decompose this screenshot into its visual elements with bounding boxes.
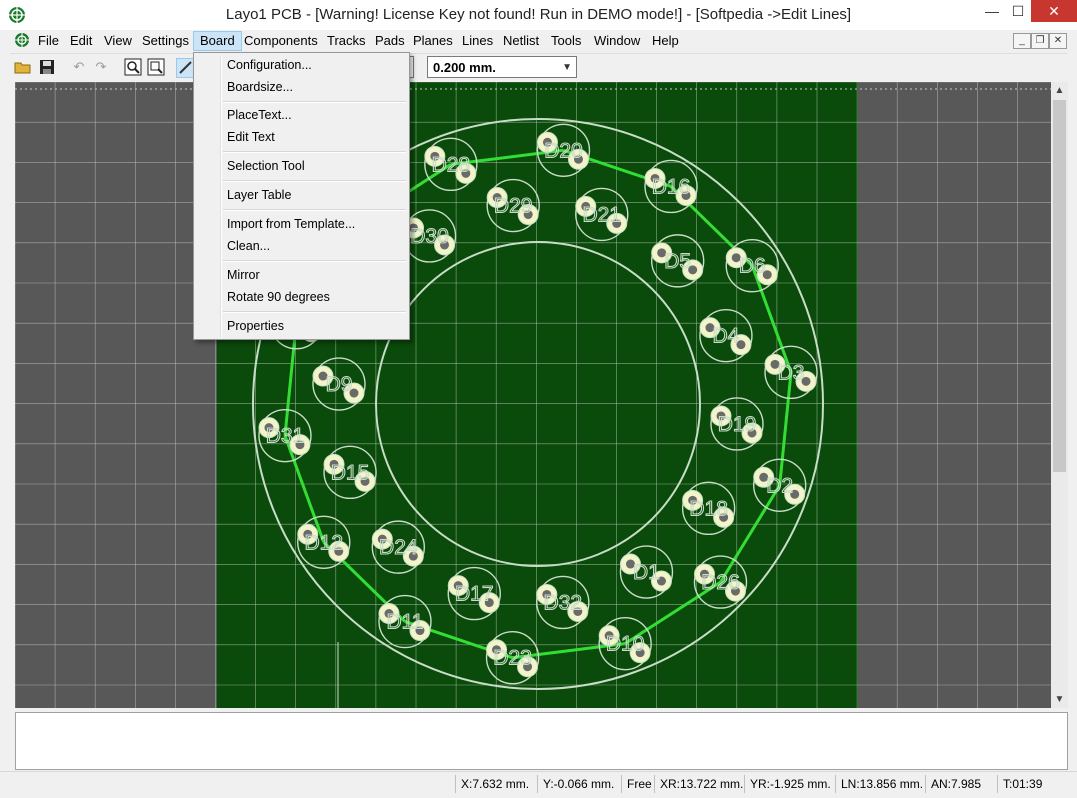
menu-board[interactable]: Board bbox=[193, 31, 242, 51]
menu-item-import-template[interactable]: Import from Template... bbox=[227, 214, 355, 234]
menu-gutter bbox=[220, 55, 222, 337]
menu-window[interactable]: Window bbox=[588, 32, 646, 50]
component-label: D4 bbox=[713, 325, 740, 348]
status-bar: X:7.632 mm. Y:-0.066 mm. Free XR:13.722 … bbox=[0, 771, 1077, 798]
menu-settings[interactable]: Settings bbox=[136, 32, 195, 50]
menu-help[interactable]: Help bbox=[646, 32, 685, 50]
menu-separator bbox=[223, 180, 406, 182]
menu-tracks[interactable]: Tracks bbox=[321, 32, 372, 50]
menu-bar: File Edit View Settings Board Components… bbox=[10, 30, 1067, 52]
menu-file[interactable]: File bbox=[32, 32, 65, 50]
menu-view[interactable]: View bbox=[98, 32, 138, 50]
menu-netlist[interactable]: Netlist bbox=[497, 32, 545, 50]
menu-item-mirror[interactable]: Mirror bbox=[227, 265, 260, 285]
component-label: D15 bbox=[331, 461, 370, 484]
menu-separator bbox=[223, 260, 406, 262]
menu-planes[interactable]: Planes bbox=[407, 32, 459, 50]
component-label: D10 bbox=[606, 633, 645, 656]
component-label: D6 bbox=[739, 255, 766, 278]
menu-item-selection-tool[interactable]: Selection Tool bbox=[227, 156, 305, 176]
menu-separator bbox=[223, 209, 406, 211]
component-label: D28 bbox=[432, 153, 471, 176]
document-icon[interactable] bbox=[14, 32, 30, 48]
scroll-thumb[interactable] bbox=[1053, 100, 1066, 472]
scroll-down-icon[interactable]: ▼ bbox=[1051, 691, 1068, 708]
close-button[interactable]: ✕ bbox=[1031, 0, 1077, 22]
menu-item-edit-text[interactable]: Edit Text bbox=[227, 127, 275, 147]
component-label: D29 bbox=[494, 195, 533, 218]
menu-components[interactable]: Components bbox=[238, 32, 324, 50]
component-label: D21 bbox=[582, 203, 621, 226]
child-close-icon[interactable]: ✕ bbox=[1049, 33, 1067, 49]
status-xr: XR:13.722 mm. bbox=[654, 775, 743, 793]
vertical-scrollbar[interactable]: ▲ ▼ bbox=[1051, 82, 1068, 708]
component-label: D16 bbox=[652, 175, 691, 198]
component-label: D30 bbox=[410, 225, 449, 248]
status-x: X:7.632 mm. bbox=[455, 775, 529, 793]
menu-tools[interactable]: Tools bbox=[545, 32, 587, 50]
component-label: D31 bbox=[266, 425, 305, 448]
menu-lines[interactable]: Lines bbox=[456, 32, 499, 50]
track-width-combo[interactable]: 0.200 mm. ▼ bbox=[427, 56, 577, 78]
menu-edit[interactable]: Edit bbox=[64, 32, 98, 50]
menu-pads[interactable]: Pads bbox=[369, 32, 411, 50]
component-label: D24 bbox=[379, 536, 418, 559]
chevron-down-icon: ▼ bbox=[562, 62, 572, 73]
component-label: D5 bbox=[664, 250, 691, 273]
component-label: D23 bbox=[493, 647, 532, 670]
pcb-canvas[interactable]: D20 D21 D16 D5 D6 D4 D3 D19 D2 D18 D26 D1 D10 D32 D23 D… bbox=[15, 82, 1051, 708]
redo-icon[interactable]: ↷ bbox=[92, 58, 110, 76]
component-label: D18 bbox=[689, 497, 728, 520]
status-time: T:01:39 bbox=[997, 775, 1042, 793]
component-label: D26 bbox=[701, 571, 740, 594]
menu-item-configuration[interactable]: Configuration... bbox=[227, 55, 312, 75]
component-label: D11 bbox=[386, 611, 423, 634]
child-minimize-icon[interactable]: _ bbox=[1013, 33, 1031, 49]
component-label: D17 bbox=[455, 583, 494, 606]
component-label: D12 bbox=[304, 531, 343, 554]
child-restore-icon[interactable]: ❐ bbox=[1031, 33, 1049, 49]
component-label: D32 bbox=[544, 591, 583, 614]
save-icon[interactable] bbox=[38, 58, 56, 76]
zoom-icon[interactable] bbox=[124, 58, 142, 76]
title-bar: Layo1 PCB - [Warning! License Key not fo… bbox=[0, 0, 1077, 30]
message-panel bbox=[15, 712, 1068, 770]
track-width-value: 0.200 mm. bbox=[433, 60, 496, 75]
minimize-button[interactable]: — bbox=[979, 0, 1005, 22]
window-title: Layo1 PCB - [Warning! License Key not fo… bbox=[225, 6, 852, 23]
status-an: AN:7.985 bbox=[925, 775, 981, 793]
maximize-button[interactable]: ☐ bbox=[1005, 0, 1031, 22]
menu-separator bbox=[223, 151, 406, 153]
menu-item-layer-table[interactable]: Layer Table bbox=[227, 185, 291, 205]
menu-separator bbox=[223, 101, 406, 103]
menu-item-properties[interactable]: Properties bbox=[227, 316, 284, 336]
pcb-drawing[interactable]: D20 D21 D16 D5 D6 D4 D3 D19 D2 D18 D26 D1 D10 D32 D23 D… bbox=[15, 82, 1051, 708]
component-label: D20 bbox=[544, 139, 583, 162]
board-menu-dropdown: Configuration... Boardsize... PlaceText.… bbox=[193, 52, 410, 340]
component-label: D1 bbox=[633, 561, 660, 584]
open-folder-icon[interactable] bbox=[14, 58, 32, 76]
menu-item-boardsize[interactable]: Boardsize... bbox=[227, 77, 293, 97]
status-y: Y:-0.066 mm. bbox=[537, 775, 614, 793]
toolbar: ↶ ↷ ▼ 0.200 mm. ▼ bbox=[10, 53, 1067, 82]
menu-item-clean[interactable]: Clean... bbox=[227, 236, 270, 256]
component-label: D19 bbox=[718, 413, 757, 436]
scroll-up-icon[interactable]: ▲ bbox=[1051, 82, 1068, 99]
status-yr: YR:-1.925 mm. bbox=[744, 775, 831, 793]
component-label: D3 bbox=[778, 361, 805, 384]
zoom-fit-icon[interactable] bbox=[147, 58, 165, 76]
menu-item-placetext[interactable]: PlaceText... bbox=[227, 105, 292, 125]
component-label: D2 bbox=[766, 474, 793, 497]
menu-item-rotate-90[interactable]: Rotate 90 degrees bbox=[227, 287, 330, 307]
status-mode: Free bbox=[621, 775, 652, 793]
menu-separator bbox=[223, 311, 406, 313]
status-ln: LN:13.856 mm. bbox=[835, 775, 923, 793]
component-label: D9 bbox=[326, 373, 353, 396]
undo-icon[interactable]: ↶ bbox=[70, 58, 88, 76]
